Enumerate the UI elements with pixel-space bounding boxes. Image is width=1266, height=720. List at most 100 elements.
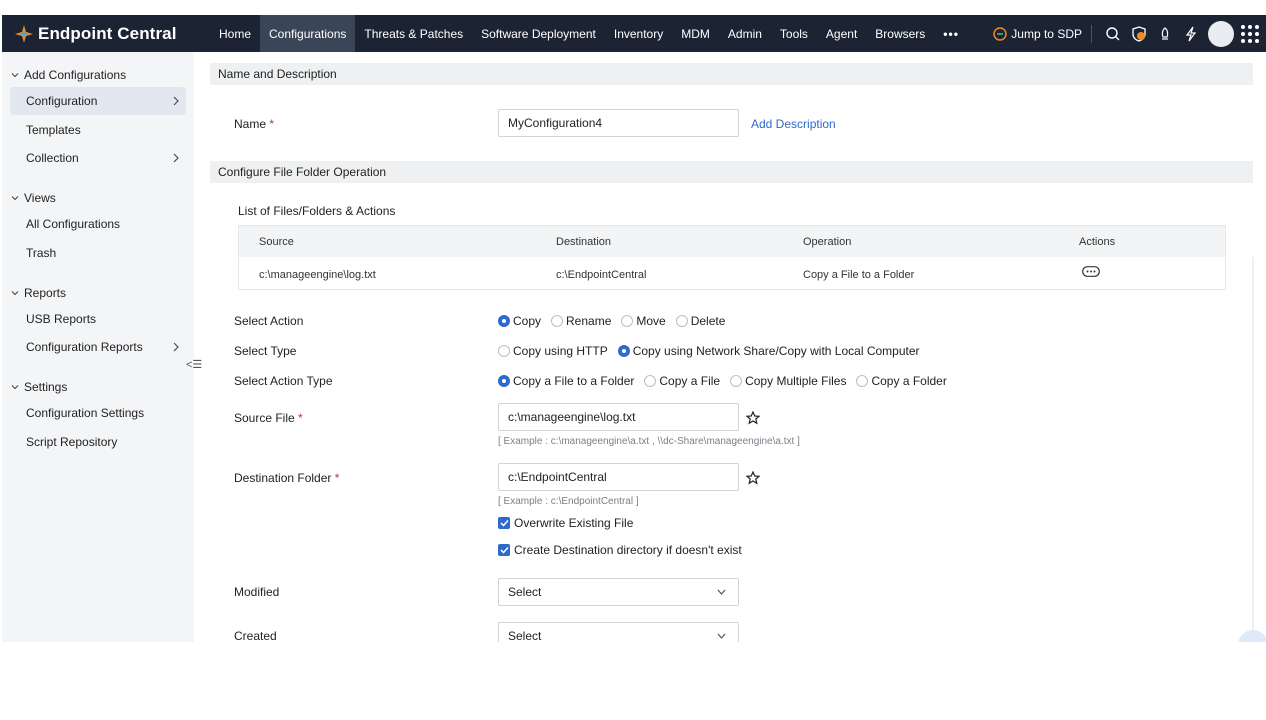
lightning-icon[interactable] <box>1178 21 1204 47</box>
sidebar-item-templates[interactable]: Templates <box>10 116 186 144</box>
chevron-down-icon <box>11 196 19 201</box>
main-nav: Home Configurations Threats & Patches Softw… <box>198 15 968 52</box>
chevron-down-icon <box>11 73 19 78</box>
destination-folder-hint: [ Example : c:\EndpointCentral ] <box>498 496 639 507</box>
modified-select[interactable]: Select <box>498 578 739 606</box>
chevron-down-icon <box>11 291 19 296</box>
sidebar-item-label: Configuration Reports <box>26 340 143 354</box>
sidebar-item-label: Configuration Settings <box>26 406 145 420</box>
brand[interactable]: Endpoint Central <box>2 15 198 52</box>
list-title: List of Files/Folders & Actions <box>238 204 396 218</box>
sidebar-section-add-configurations[interactable]: Add Configurations <box>10 68 126 82</box>
created-select[interactable]: Select <box>498 622 739 642</box>
overwrite-checkbox[interactable]: Overwrite Existing File <box>498 516 633 530</box>
sidebar-item-configuration-reports[interactable]: Configuration Reports <box>10 333 186 361</box>
source-file-input[interactable]: c:\manageengine\log.txt <box>498 403 739 431</box>
destination-folder-input[interactable]: c:\EndpointCentral <box>498 463 739 491</box>
jump-icon <box>993 26 1008 41</box>
radio-label: Copy using HTTP <box>513 344 608 358</box>
sidebar-section-title: Add Configurations <box>24 68 127 82</box>
radio-unselected-icon <box>856 375 869 387</box>
radio-copy-using-http[interactable]: Copy using HTTP <box>498 344 608 358</box>
sidebar-item-label: Templates <box>26 123 81 137</box>
radio-label: Copy a File <box>659 374 721 388</box>
radio-copy-using-network-share-copy-with-local-computer[interactable]: Copy using Network Share/Copy with Local… <box>617 344 920 358</box>
help-bubble[interactable] <box>1238 630 1266 642</box>
row-destination: c:\EndpointCentral <box>556 269 647 281</box>
create-destination-checkbox[interactable]: Create Destination directory if doesn't … <box>498 543 742 557</box>
nav-item-agent[interactable]: Agent <box>817 15 866 52</box>
favorite-source-star-icon[interactable] <box>746 411 760 425</box>
sidebar-item-script-repository[interactable]: Script Repository <box>10 428 186 456</box>
modified-label: Modified <box>234 585 280 599</box>
chevron-right-icon <box>173 96 179 106</box>
source-file-label: Source File * <box>234 411 303 425</box>
avatar[interactable] <box>1208 20 1234 47</box>
sidebar-item-label: USB Reports <box>26 312 97 326</box>
name-section-header: Name and Description <box>210 63 1253 85</box>
rocket-icon[interactable] <box>1152 21 1178 47</box>
jump-to-sdp-button[interactable]: Jump to SDP <box>993 24 1092 43</box>
radio-unselected-icon <box>621 315 634 327</box>
sidebar-item-all-configurations[interactable]: All Configurations <box>10 210 186 238</box>
sidebar-item-collection[interactable]: Collection <box>10 144 186 172</box>
name-input[interactable]: MyConfiguration4 <box>498 109 739 137</box>
nav-more-icon[interactable]: ••• <box>934 15 968 52</box>
chevron-right-icon <box>173 153 179 163</box>
sidebar-item-configuration-settings[interactable]: Configuration Settings <box>10 399 186 427</box>
search-icon[interactable] <box>1100 21 1126 47</box>
sidebar-section-views[interactable]: Views <box>10 191 56 205</box>
radio-unselected-icon <box>730 375 743 387</box>
destination-folder-label: Destination Folder * <box>234 471 340 485</box>
favorite-destination-star-icon[interactable] <box>746 471 760 485</box>
toolbar-right: Jump to SDP <box>993 15 1266 52</box>
nav-item-threats-patches[interactable]: Threats & Patches <box>355 15 472 52</box>
radio-unselected-icon <box>644 375 657 387</box>
radio-label: Copy <box>513 314 542 328</box>
more-actions-icon[interactable] <box>1082 266 1100 277</box>
radio-copy-a-file-to-a-folder[interactable]: Copy a File to a Folder <box>498 374 634 388</box>
nav-item-software-deployment[interactable]: Software Deployment <box>472 15 605 52</box>
select-action-label: Select Action <box>234 314 304 328</box>
nav-item-home[interactable]: Home <box>210 15 260 52</box>
radio-copy-a-file[interactable]: Copy a File <box>644 374 720 388</box>
radio-delete[interactable]: Delete <box>675 314 725 328</box>
nav-item-configurations[interactable]: Configurations <box>260 15 356 52</box>
radio-label: Copy a Folder <box>871 374 947 388</box>
radio-move[interactable]: Move <box>621 314 666 328</box>
created-label: Created <box>234 629 277 642</box>
app-window: Endpoint Central Home Configurations Threa… <box>0 0 1266 642</box>
source-file-hint: [ Example : c:\manageengine\a.txt , \\dc… <box>498 436 800 447</box>
brand-name: Endpoint Central <box>38 23 177 43</box>
radio-label: Copy Multiple Files <box>745 374 847 388</box>
nav-item-admin[interactable]: Admin <box>719 15 771 52</box>
sidebar-section-title: Views <box>24 191 56 205</box>
radio-copy-multiple-files[interactable]: Copy Multiple Files <box>730 374 846 388</box>
radio-copy[interactable]: Copy <box>498 314 541 328</box>
radio-label: Move <box>636 314 666 328</box>
nav-item-tools[interactable]: Tools <box>771 15 817 52</box>
top-navigation-bar: Endpoint Central Home Configurations Threa… <box>2 15 1266 52</box>
jump-label: Jump to SDP <box>1011 26 1082 41</box>
overwrite-label: Overwrite Existing File <box>514 516 634 530</box>
sidebar-item-trash[interactable]: Trash <box>10 239 186 267</box>
radio-rename[interactable]: Rename <box>551 314 611 328</box>
add-description-link[interactable]: Add Description <box>751 117 836 131</box>
select-type-label: Select Type <box>234 344 297 358</box>
sidebar-section-settings[interactable]: Settings <box>10 380 67 394</box>
apps-grid-icon[interactable] <box>1240 24 1260 44</box>
radio-unselected-icon <box>675 315 688 327</box>
radio-copy-a-folder[interactable]: Copy a Folder <box>856 374 947 388</box>
nav-item-mdm[interactable]: MDM <box>672 15 719 52</box>
sidebar-section-reports[interactable]: Reports <box>10 286 66 300</box>
nav-item-browsers[interactable]: Browsers <box>866 15 934 52</box>
shield-icon[interactable] <box>1126 21 1152 47</box>
select-action-type-label: Select Action Type <box>234 374 333 388</box>
nav-item-inventory[interactable]: Inventory <box>605 15 672 52</box>
sidebar-item-label: Script Repository <box>26 435 118 449</box>
sidebar-item-usb-reports[interactable]: USB Reports <box>10 305 186 333</box>
content-right-border <box>1252 257 1254 642</box>
sidebar-item-configuration[interactable]: Configuration <box>10 87 186 115</box>
col-destination: Destination <box>556 236 612 248</box>
files-table: Source Destination Operation Actions c:\… <box>238 225 1226 290</box>
